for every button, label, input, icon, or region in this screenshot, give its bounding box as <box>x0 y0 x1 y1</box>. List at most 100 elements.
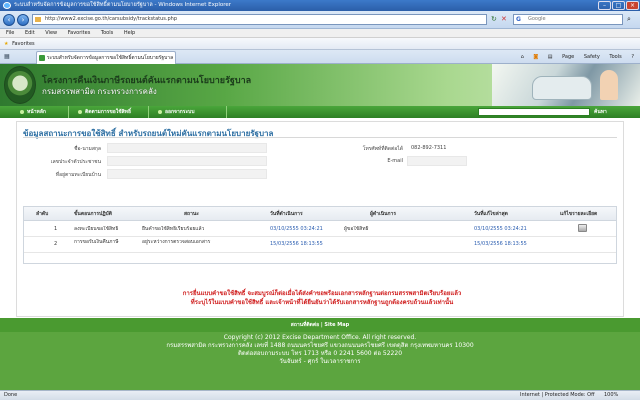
site-nav: หน้าหลัก ติดตามการขอใช้สิทธิ์ ออกจากระบบ… <box>0 106 640 118</box>
minimize-icon[interactable]: – <box>598 1 611 10</box>
footer-contact: ติดต่อสอบถามระบบ โทร 1713 หรือ 0 2241 56… <box>237 350 403 357</box>
col-step: ขั้นตอนการปฏิบัติ <box>74 211 112 217</box>
window-title: ระบบสำหรับจัดการข้อมูลการขอใช้สิทธิ์ตามน… <box>14 2 232 8</box>
nav-divider <box>226 106 227 118</box>
home-icon[interactable]: ⌂ <box>521 54 524 60</box>
menu-favorites[interactable]: Favorites <box>68 30 91 36</box>
row-date: 15/03/2556 18:13:55 <box>270 241 323 247</box>
address-bar: ‹ › http://www2.excise.go.th/carsubsidy/… <box>0 11 640 29</box>
menu-file[interactable]: File <box>6 30 14 36</box>
help-icon[interactable]: ? <box>631 54 634 60</box>
footer-address: กรมสรรพสามิต กระทรวงการคลัง เลขที่ 1488 … <box>166 342 474 349</box>
notice-text: การยื่นแบบคำขอใช้สิทธิ์ จะสมบูรณ์ก็ต่อเม… <box>57 289 587 307</box>
bullet-icon <box>20 110 24 114</box>
name-label: ชื่อ-นามสกุล <box>74 146 101 152</box>
notice-line-1: การยื่นแบบคำขอใช้สิทธิ์ จะสมบูรณ์ก็ต่อเม… <box>182 290 462 297</box>
print-icon[interactable]: ▤ <box>548 54 553 60</box>
command-bar: ⌂ ◙ ▤ Page Safety Tools ? <box>513 51 634 63</box>
nav-divider <box>148 106 149 118</box>
ie-icon <box>3 2 11 9</box>
col-updated: วันที่แก้ไขล่าสุด <box>474 211 508 217</box>
back-icon[interactable]: ‹ <box>3 14 15 26</box>
tools-menu[interactable]: Tools <box>609 54 621 60</box>
row-date: 03/10/2555 03:24:21 <box>270 226 323 232</box>
menu-tools[interactable]: Tools <box>101 30 113 36</box>
site-footer: สถานที่ติดต่อ | Site Map Copyright (c) 2… <box>0 318 640 390</box>
status-text: Done <box>4 392 18 398</box>
col-by: ผู้ดำเนินการ <box>370 211 397 217</box>
address-value <box>107 169 267 179</box>
site-search-input[interactable] <box>478 108 590 116</box>
window-titlebar: ระบบสำหรับจัดการข้อมูลการขอใช้สิทธิ์ตามน… <box>0 0 640 11</box>
close-icon[interactable]: × <box>626 1 639 10</box>
page-viewport: โครงการคืนเงินภาษีรถยนต์คันแรกตามนโยบายร… <box>0 64 640 390</box>
safety-menu[interactable]: Safety <box>584 54 600 60</box>
footer-copyright: Copyright (c) 2012 Excise Department Off… <box>223 334 417 341</box>
email-label: E-mail <box>387 158 403 164</box>
zoom-level[interactable]: 100% <box>604 391 618 400</box>
search-input[interactable]: G Google <box>513 14 623 25</box>
favorites-button[interactable]: Favorites <box>12 41 35 47</box>
search-placeholder: Google <box>528 16 546 22</box>
table-row: 2 การขอรับเงินคืนภาษี อยู่ระหว่างการตรวจ… <box>24 237 616 253</box>
col-no: ลำดับ <box>36 211 49 217</box>
row-status: อยู่ระหว่างการตรวจสอบเอกสาร <box>142 239 211 245</box>
footer-hours: วันจันทร์ - ศุกร์ ในเวลาราชการ <box>279 358 361 365</box>
forward-icon[interactable]: › <box>17 14 29 26</box>
row-updated: 15/03/2556 18:13:55 <box>474 241 527 247</box>
nav-track-label: ติดตามการขอใช้สิทธิ์ <box>85 109 132 115</box>
name-value <box>107 143 267 153</box>
page-icon <box>35 17 41 22</box>
favorites-bar: ★ Favorites <box>0 38 640 50</box>
site-banner: โครงการคืนเงินภาษีรถยนต์คันแรกตามนโยบายร… <box>0 64 640 106</box>
refresh-icon[interactable]: ↻ <box>491 15 497 23</box>
col-date: วันที่ดำเนินการ <box>270 211 303 217</box>
url-text: http://www2.excise.go.th/carsubsidy/trac… <box>45 16 177 22</box>
security-zone: Internet | Protected Mode: Off <box>520 392 595 398</box>
divider <box>23 137 617 138</box>
menu-edit[interactable]: Edit <box>25 30 35 36</box>
table-row: 1 ลงทะเบียนขอใช้สิทธิ์ ยื่นคำขอใช้สิทธิ์… <box>24 222 616 237</box>
phone-label: โทรศัพท์ที่ติดต่อได้ <box>362 146 403 152</box>
row-by: ผู้ขอใช้สิทธิ์ <box>344 226 369 232</box>
search-icon[interactable]: ⌕ <box>627 15 631 24</box>
status-table: ลำดับ ขั้นตอนการปฏิบัติ สถานะ วันที่ดำเน… <box>23 206 617 264</box>
menu-bar: File Edit View Favorites Tools Help <box>0 29 640 38</box>
footer-links[interactable]: สถานที่ติดต่อ | Site Map <box>0 318 640 332</box>
tab-list-icon[interactable]: ▦ <box>4 53 10 60</box>
banner-photo <box>492 64 640 106</box>
site-favicon-icon <box>39 55 45 61</box>
status-panel: ข้อมูลสถานะการขอใช้สิทธิ์ สำหรับรถยนต์ให… <box>16 121 624 317</box>
page-menu[interactable]: Page <box>562 54 574 60</box>
stop-icon[interactable]: ✕ <box>501 15 507 23</box>
row-no: 1 <box>54 226 58 232</box>
row-no: 2 <box>54 241 58 247</box>
tab-active[interactable]: ระบบสำหรับจัดการข้อมูลการขอใช้สิทธิ์ตามน… <box>36 51 176 64</box>
nav-track-status[interactable]: ติดตามการขอใช้สิทธิ์ <box>76 106 131 118</box>
url-input[interactable]: http://www2.excise.go.th/carsubsidy/trac… <box>32 14 487 25</box>
nav-home[interactable]: หน้าหลัก <box>18 106 46 118</box>
person-image <box>600 70 618 100</box>
tab-bar: ▦ ระบบสำหรับจัดการข้อมูลการขอใช้สิทธิ์ตา… <box>0 50 640 64</box>
excise-seal-logo <box>4 66 36 104</box>
status-bar: Done Internet | Protected Mode: Off 100% <box>0 390 640 400</box>
nav-logout[interactable]: ออกจากระบบ <box>156 106 195 118</box>
tab-label: ระบบสำหรับจัดการข้อมูลการขอใช้สิทธิ์ตามน… <box>47 55 174 61</box>
car-image <box>532 76 592 100</box>
star-icon: ★ <box>4 41 9 47</box>
site-subtitle: กรมสรรพสามิต กระทรวงการคลัง <box>42 87 157 96</box>
edit-detail-icon[interactable] <box>578 224 587 232</box>
bullet-icon <box>158 110 162 114</box>
row-updated: 03/10/2555 03:24:21 <box>474 226 527 232</box>
maximize-icon[interactable]: □ <box>612 1 625 10</box>
footer-link-bar: สถานที่ติดต่อ | Site Map <box>0 318 640 332</box>
rss-icon[interactable]: ◙ <box>533 54 538 60</box>
menu-view[interactable]: View <box>45 30 57 36</box>
bullet-icon <box>78 110 82 114</box>
menu-help[interactable]: Help <box>124 30 135 36</box>
section-title: ข้อมูลสถานะการขอใช้สิทธิ์ สำหรับรถยนต์ให… <box>23 129 274 138</box>
site-search-button[interactable]: ค้นหา <box>594 106 607 118</box>
row-step: การขอรับเงินคืนภาษี <box>74 239 119 245</box>
col-edit: แก้ไขรายละเอียด <box>560 211 598 217</box>
id-value <box>107 156 267 166</box>
